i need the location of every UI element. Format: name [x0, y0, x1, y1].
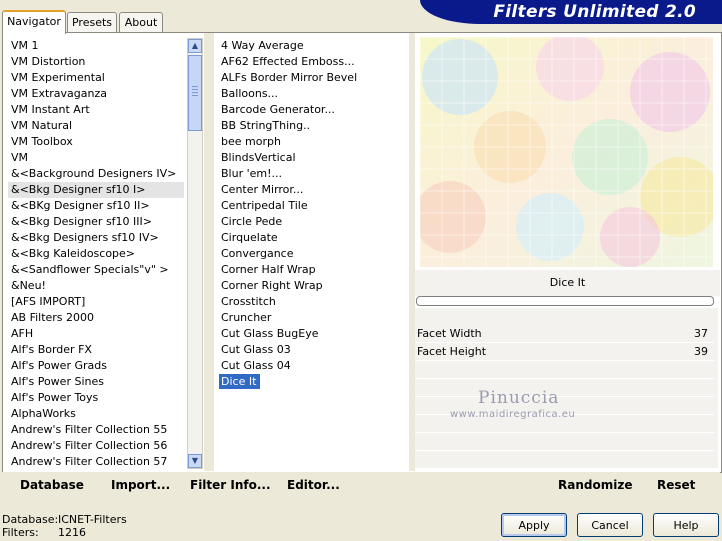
category-item[interactable]: &Neu! — [8, 278, 184, 294]
filter-item[interactable]: Convergance — [218, 246, 408, 262]
randomize-button[interactable]: Randomize — [558, 478, 632, 492]
filter-item-selected[interactable]: Dice It — [219, 374, 261, 389]
category-item[interactable]: Andrew's Filter Collection 56 — [8, 438, 184, 454]
database-value: ICNET-Filters — [58, 513, 127, 526]
category-item[interactable]: VM Extravaganza — [8, 86, 184, 102]
param-empty — [415, 433, 714, 451]
category-item[interactable]: Andrew's Filter Collection 57 — [8, 454, 184, 470]
param-value[interactable]: 37 — [694, 327, 708, 340]
filter-item[interactable]: Crosstitch — [218, 294, 408, 310]
app-title: Filters Unlimited 2.0 — [493, 2, 696, 22]
param-empty — [415, 379, 714, 397]
category-item[interactable]: VM Natural — [8, 118, 184, 134]
filter-item[interactable]: 4 Way Average — [218, 38, 408, 54]
editor-button[interactable]: Editor... — [287, 478, 340, 492]
filter-item[interactable]: bee morph — [218, 134, 408, 150]
filter-item[interactable]: Corner Half Wrap — [218, 262, 408, 278]
category-item[interactable]: VM — [8, 150, 184, 166]
category-list[interactable]: VM 1 VM Distortion VM Experimental VM Extra… — [8, 38, 184, 470]
filter-item[interactable]: Dice It — [218, 374, 408, 390]
filter-item[interactable]: Cirquelate — [218, 230, 408, 246]
filter-item[interactable]: Balloons... — [218, 86, 408, 102]
param-value[interactable]: 39 — [694, 345, 708, 358]
category-item[interactable]: AB Filters 2000 — [8, 310, 184, 326]
category-item[interactable]: &<Sandflower Specials"v" > — [8, 262, 184, 278]
category-item[interactable]: &<Bkg Designer sf10 III> — [8, 214, 184, 230]
app-header-banner: Filters Unlimited 2.0 — [420, 0, 722, 24]
category-item[interactable]: Andrew's Filter Collection 55 — [8, 422, 184, 438]
param-label: Facet Height — [417, 345, 487, 358]
filter-item[interactable]: Centripedal Tile — [218, 198, 408, 214]
progress-bar — [416, 296, 714, 306]
filter-item[interactable]: Center Mirror... — [218, 182, 408, 198]
category-item[interactable]: VM Instant Art — [8, 102, 184, 118]
cancel-button[interactable]: Cancel — [577, 513, 643, 537]
chevron-down-icon[interactable]: ▼ — [188, 454, 202, 468]
filter-item[interactable]: Barcode Generator... — [218, 102, 408, 118]
filter-preview-image — [420, 37, 713, 267]
category-item[interactable]: [AFS IMPORT] — [8, 294, 184, 310]
filter-item[interactable]: AF62 Effected Emboss... — [218, 54, 408, 70]
category-item[interactable]: &<Bkg Designer sf10 I> — [8, 182, 184, 198]
tab-about[interactable]: About — [119, 12, 163, 32]
category-item[interactable]: &<Bkg Designers sf10 IV> — [8, 230, 184, 246]
apply-button[interactable]: Apply — [501, 513, 567, 537]
watermark-name: Pinuccia — [478, 388, 560, 408]
category-item[interactable]: VM Distortion — [8, 54, 184, 70]
param-empty — [415, 361, 714, 379]
param-empty — [415, 451, 714, 469]
reset-button[interactable]: Reset — [657, 478, 695, 492]
help-button[interactable]: Help — [653, 513, 719, 537]
param-facet-width[interactable]: Facet Width 37 — [415, 325, 714, 343]
chevron-up-icon[interactable]: ▲ — [188, 39, 202, 53]
filter-item[interactable]: Circle Pede — [218, 214, 408, 230]
preview-filter-name: Dice It — [415, 270, 720, 296]
category-item[interactable]: &<Background Designers IV> — [8, 166, 184, 182]
database-label: Database: — [2, 513, 59, 526]
panel-divider — [204, 33, 214, 471]
parameter-panel: Facet Width 37 Facet Height 39 — [415, 308, 718, 469]
scrollbar-thumb[interactable] — [188, 55, 202, 131]
filter-list[interactable]: 4 Way Average AF62 Effected Emboss... ALFs… — [218, 38, 408, 458]
tab-navigator[interactable]: Navigator — [2, 10, 66, 34]
category-scrollbar[interactable]: ▲ ▼ — [187, 38, 203, 469]
tab-presets[interactable]: Presets — [67, 12, 117, 32]
filters-count-label: Filters: — [2, 526, 39, 539]
category-item[interactable]: AFH — [8, 326, 184, 342]
filter-item[interactable]: Blur 'em!... — [218, 166, 408, 182]
filter-item[interactable]: Cut Glass 03 — [218, 342, 408, 358]
category-item[interactable]: Alf's Power Grads — [8, 358, 184, 374]
category-item[interactable]: Alf's Border FX — [8, 342, 184, 358]
param-facet-height[interactable]: Facet Height 39 — [415, 343, 714, 361]
database-button[interactable]: Database — [20, 478, 84, 492]
filter-item[interactable]: BB StringThing.. — [218, 118, 408, 134]
category-item[interactable]: &<Bkg Kaleidoscope> — [8, 246, 184, 262]
category-item[interactable]: &<BKg Designer sf10 II> — [8, 198, 184, 214]
category-item[interactable]: Alf's Power Toys — [8, 390, 184, 406]
filter-info-button[interactable]: Filter Info... — [190, 478, 271, 492]
filter-item[interactable]: Cruncher — [218, 310, 408, 326]
category-item[interactable]: Alf's Power Sines — [8, 374, 184, 390]
param-label: Facet Width — [417, 327, 482, 340]
category-item[interactable]: VM Toolbox — [8, 134, 184, 150]
category-item[interactable]: VM 1 — [8, 38, 184, 54]
filter-item[interactable]: BlindsVertical — [218, 150, 408, 166]
filter-item[interactable]: Cut Glass 04 — [218, 358, 408, 374]
filter-item[interactable]: ALFs Border Mirror Bevel — [218, 70, 408, 86]
filter-item[interactable]: Corner Right Wrap — [218, 278, 408, 294]
import-button[interactable]: Import... — [111, 478, 170, 492]
category-item[interactable]: VM Experimental — [8, 70, 184, 86]
watermark-url: www.maidiregrafica.eu — [450, 409, 576, 420]
filter-item[interactable]: Cut Glass BugEye — [218, 326, 408, 342]
category-item[interactable]: AlphaWorks — [8, 406, 184, 422]
filters-count-value: 1216 — [58, 526, 86, 539]
